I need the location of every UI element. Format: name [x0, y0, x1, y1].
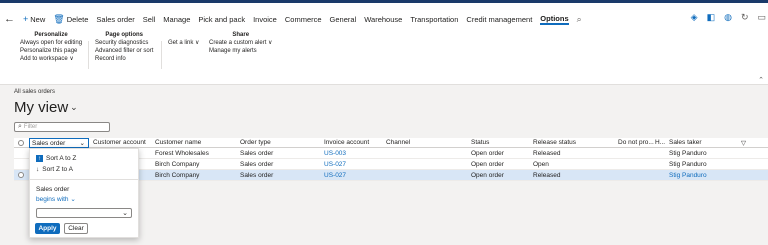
get-link-button[interactable]: Get a link ∨ — [168, 39, 199, 47]
status-cell: Open order — [471, 160, 504, 168]
order-type-cell: Sales order — [240, 171, 274, 179]
tab-credit-management[interactable]: Credit management — [466, 15, 532, 24]
column-invoice-account[interactable]: Invoice account — [324, 138, 369, 147]
tab-general[interactable]: General — [330, 15, 357, 24]
refresh-icon[interactable]: ↻ — [741, 12, 749, 23]
tab-manage[interactable]: Manage — [163, 15, 190, 24]
column-do-not-process[interactable]: Do not pro... — [618, 138, 654, 147]
manage-alerts-button[interactable]: Manage my alerts — [209, 47, 272, 55]
invoice-account-link[interactable]: US-027 — [324, 159, 346, 169]
always-open-editing-button[interactable]: Always open for editing — [20, 39, 82, 47]
tab-sell[interactable]: Sell — [143, 15, 156, 24]
sales-taker-cell: Stig Panduro — [669, 160, 707, 168]
column-customer-account[interactable]: Customer account — [93, 138, 146, 147]
sort-descending-icon: ↓ — [36, 166, 40, 173]
collapse-icon[interactable]: ⌃ — [758, 76, 764, 84]
row-radio[interactable] — [18, 170, 24, 180]
back-arrow-icon[interactable]: ← — [4, 13, 15, 25]
tab-commerce[interactable]: Commerce — [285, 15, 322, 24]
release-status-cell: Released — [533, 171, 561, 179]
sales-taker-cell: Stig Panduro — [669, 149, 707, 157]
tab-sales-order[interactable]: Sales order — [96, 15, 134, 24]
operator-selector[interactable]: begins with ⌄ — [36, 195, 76, 203]
page-title: My view — [14, 99, 69, 116]
filter-input[interactable]: ⌕ Filter — [14, 122, 110, 132]
right-toolbar: ◈ ◧ ◍ ↻ ▭ — [691, 12, 766, 23]
search-icon[interactable]: ⌕ — [577, 14, 582, 25]
invoice-account-link[interactable]: US-027 — [324, 170, 346, 180]
breadcrumb: All sales orders — [14, 89, 56, 95]
release-status-cell: Released — [533, 149, 561, 157]
column-channel[interactable]: Channel — [386, 138, 410, 147]
sort-ascending-icon: ↑ — [36, 155, 43, 162]
group-page-options: Page options Security diagnostics Advanc… — [95, 32, 154, 63]
chevron-down-icon: ⌄ — [70, 102, 78, 112]
sales-taker-link[interactable]: Stig Panduro — [669, 170, 707, 180]
clear-button[interactable]: Clear — [64, 223, 88, 234]
trash-icon: 🗑 — [53, 13, 65, 24]
tab-warehouse[interactable]: Warehouse — [364, 15, 402, 24]
chevron-down-icon: ⌄ — [79, 140, 85, 147]
chevron-down-icon: ⌄ — [122, 210, 128, 217]
security-diagnostics-button[interactable]: Security diagnostics — [95, 39, 153, 47]
column-sales-taker[interactable]: Sales taker — [669, 138, 702, 147]
tab-transportation[interactable]: Transportation — [410, 15, 458, 24]
grid-header: Sales order ⌄ Customer account Customer n… — [14, 138, 768, 148]
sort-a-to-z-button[interactable]: ↑ Sort A to Z — [36, 155, 76, 162]
select-all-radio[interactable] — [18, 138, 24, 147]
column-filter-popup: ↑ Sort A to Z ↓ Sort Z to A Sales order be… — [29, 148, 139, 238]
add-to-workspace-button[interactable]: Add to workspace ∨ — [20, 55, 82, 63]
filter-icon[interactable]: ▽ — [741, 138, 746, 147]
status-cell: Open order — [471, 171, 504, 179]
create-alert-button[interactable]: Create a custom alert ∨ — [209, 39, 272, 47]
advanced-filter-button[interactable]: Advanced filter or sort — [95, 47, 153, 55]
sort-z-to-a-button[interactable]: ↓ Sort Z to A — [36, 166, 73, 173]
plus-icon: + — [23, 14, 29, 24]
column-release-status[interactable]: Release status — [533, 138, 576, 147]
order-type-cell: Sales order — [240, 160, 274, 168]
customer-name-cell: Forest Wholesales — [155, 149, 209, 157]
customer-name-cell: Birch Company — [155, 160, 200, 168]
diamond-icon[interactable]: ◈ — [691, 12, 698, 23]
delete-button[interactable]: 🗑 Delete — [53, 14, 88, 25]
window-icon[interactable]: ▭ — [757, 12, 766, 23]
chevron-down-icon: ⌄ — [70, 196, 76, 203]
release-status-cell: Open — [533, 160, 549, 168]
attachment-icon[interactable]: ◍ — [724, 12, 732, 23]
invoice-account-link[interactable]: US-003 — [324, 148, 346, 158]
personalize-page-button[interactable]: Personalize this page — [20, 47, 82, 55]
status-cell: Open order — [471, 149, 504, 157]
group-personalize: Personalize Always open for editing Pers… — [20, 32, 83, 63]
column-customer-name[interactable]: Customer name — [155, 138, 201, 147]
tab-pick-and-pack[interactable]: Pick and pack — [198, 15, 245, 24]
record-info-button[interactable]: Record info — [95, 55, 153, 63]
column-order-type[interactable]: Order type — [240, 138, 271, 147]
group-share: Share Create a custom alert ∨ Manage my … — [209, 32, 273, 55]
customer-name-cell: Birch Company — [155, 171, 200, 179]
tab-invoice[interactable]: Invoice — [253, 15, 277, 24]
action-tabs: ← + New 🗑 Delete Sales order Sell Manage P… — [4, 11, 582, 27]
view-selector[interactable]: My view ⌄ — [14, 99, 78, 116]
divider — [88, 41, 89, 69]
office-icon[interactable]: ◧ — [707, 12, 716, 23]
order-type-cell: Sales order — [240, 149, 274, 157]
column-sales-order[interactable]: Sales order ⌄ — [29, 138, 89, 148]
new-button[interactable]: + New — [23, 14, 45, 24]
column-h[interactable]: H... — [655, 138, 665, 147]
tab-options[interactable]: Options — [540, 14, 569, 25]
filter-value-input[interactable]: ⌄ — [36, 208, 132, 218]
filter-field-label: Sales order — [36, 186, 70, 193]
search-icon: ⌕ — [18, 123, 22, 130]
action-pane: ← + New 🗑 Delete Sales order Sell Manage P… — [0, 3, 768, 85]
column-status[interactable]: Status — [471, 138, 489, 147]
divider — [30, 179, 138, 180]
apply-button[interactable]: Apply — [35, 223, 60, 234]
divider — [161, 41, 162, 69]
